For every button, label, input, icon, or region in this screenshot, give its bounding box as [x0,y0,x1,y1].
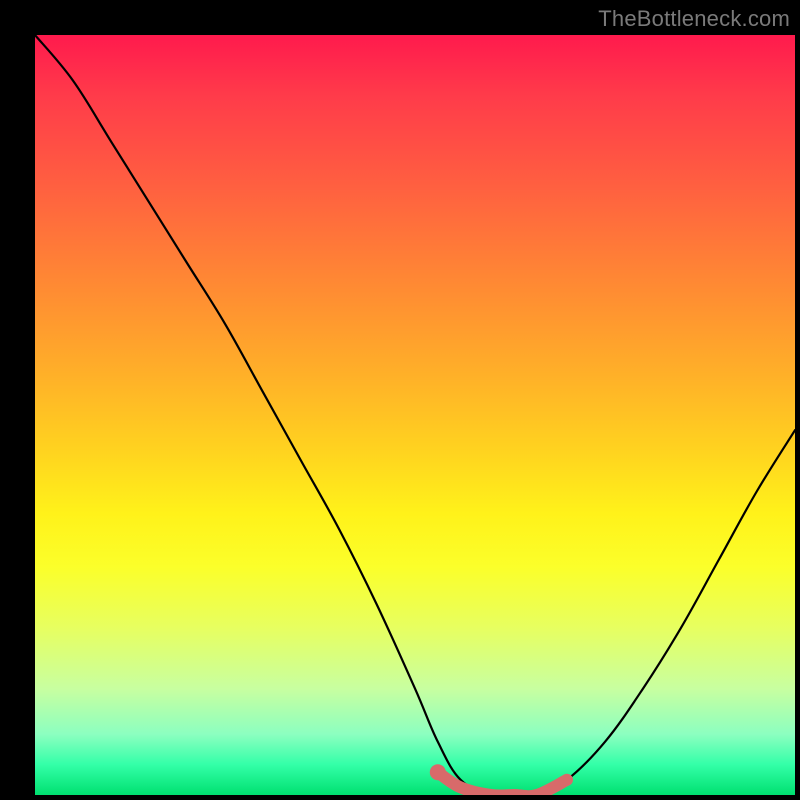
sweet-spot-start-dot [430,764,446,780]
plot-area [35,35,795,795]
bottleneck-curve-line [35,35,795,795]
chart-frame: TheBottleneck.com [0,0,800,800]
chart-svg [35,35,795,795]
watermark-text: TheBottleneck.com [598,6,790,32]
